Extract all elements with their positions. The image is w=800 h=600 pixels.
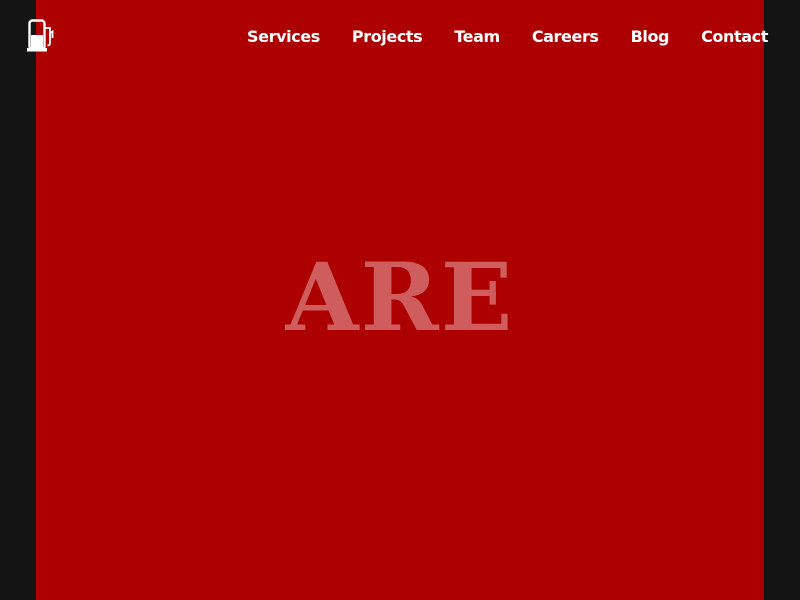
nav-link-blog[interactable]: Blog (631, 27, 670, 47)
nav-link-contact[interactable]: Contact (701, 27, 768, 47)
fuel-pump-icon (27, 19, 54, 52)
nav-link-careers[interactable]: Careers (532, 27, 599, 47)
nav-link-team[interactable]: Team (454, 27, 500, 47)
logo-link[interactable] (26, 19, 56, 53)
main-nav: Services Projects Team Careers Blog Cont… (247, 27, 768, 47)
nav-link-services[interactable]: Services (247, 27, 320, 47)
hero-panel (36, 0, 764, 600)
page: Services Projects Team Careers Blog Cont… (0, 0, 800, 600)
nav-link-projects[interactable]: Projects (352, 27, 423, 47)
